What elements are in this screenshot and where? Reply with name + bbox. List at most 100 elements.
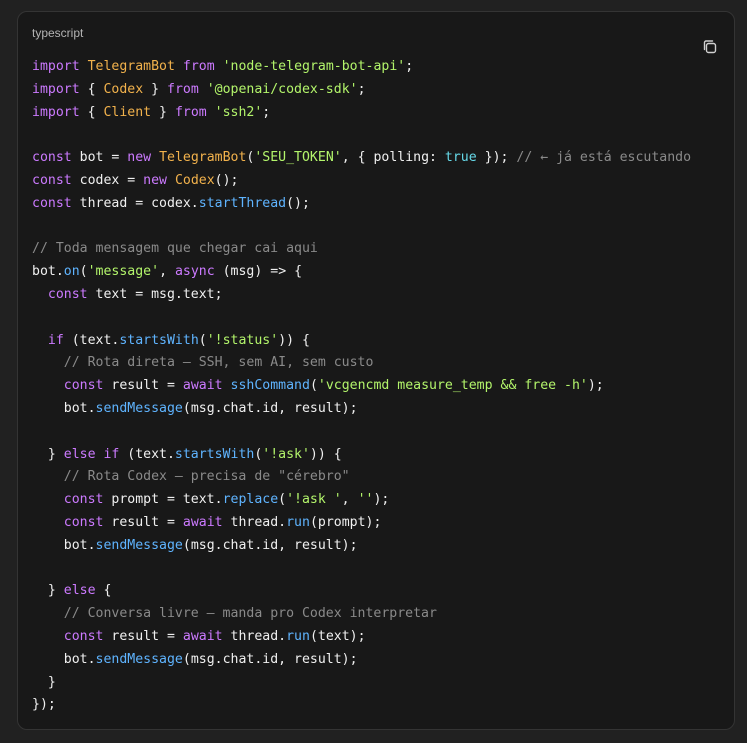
code-token: from bbox=[174, 104, 207, 120]
code-token: on bbox=[63, 264, 80, 280]
code-token: 'node-telegram-bot-api' bbox=[222, 59, 406, 74]
code-token: sshCommand bbox=[230, 378, 310, 394]
code-token: 'message' bbox=[87, 264, 160, 280]
code-token: ; bbox=[262, 104, 271, 120]
code-line: // Conversa livre — manda pro Codex inte… bbox=[32, 603, 691, 626]
code-token: } bbox=[32, 674, 56, 690]
code-token: 'ssh2' bbox=[214, 104, 263, 120]
code-token: thread. bbox=[222, 628, 287, 644]
code-token: const bbox=[63, 492, 104, 508]
code-token: , { polling: bbox=[341, 150, 445, 166]
code-line: const thread = codex.startThread(); bbox=[32, 193, 691, 216]
code-token: , bbox=[159, 264, 175, 280]
code-line: const codex = new Codex(); bbox=[32, 170, 691, 193]
code-line: const prompt = text.replace('!ask ', '')… bbox=[32, 489, 691, 512]
code-line: } else if (text.startsWith('!ask')) { bbox=[32, 444, 691, 467]
code-token: }); bbox=[32, 697, 56, 713]
code-token: const bbox=[47, 286, 88, 302]
code-token: sendMessage bbox=[95, 537, 183, 553]
code-token: ; bbox=[357, 81, 366, 97]
code-token: // Toda mensagem que chegar cai aqui bbox=[32, 241, 318, 257]
code-line: // Rota direta — SSH, sem AI, sem custo bbox=[32, 352, 691, 375]
code-token: (prompt); bbox=[309, 514, 382, 530]
code-line: import { Client } from 'ssh2'; bbox=[32, 102, 691, 125]
code-token: import bbox=[32, 104, 80, 120]
code-token: '!status' bbox=[206, 332, 279, 348]
code-line: const bot = new TelegramBot('SEU_TOKEN',… bbox=[32, 147, 691, 170]
code-token: { bbox=[79, 104, 104, 120]
code-token: await bbox=[182, 628, 223, 644]
code-line: bot.sendMessage(msg.chat.id, result); bbox=[32, 535, 691, 558]
code-token: } bbox=[151, 104, 175, 120]
code-token: ( bbox=[309, 378, 318, 394]
code-line: import TelegramBot from 'node-telegram-b… bbox=[32, 56, 691, 79]
code-token: 'vcgencmd measure_temp && free -h' bbox=[317, 378, 588, 394]
code-token: ); bbox=[373, 492, 390, 508]
code-token: bot. bbox=[32, 651, 96, 667]
code-token: (msg.chat.id, result); bbox=[182, 537, 358, 553]
code-language-label: typescript bbox=[32, 26, 84, 40]
code-token: new bbox=[143, 172, 167, 188]
code-token: '@openai/codex-sdk' bbox=[206, 81, 358, 97]
code-token: )) { bbox=[309, 446, 342, 462]
copy-code-button[interactable] bbox=[701, 38, 719, 56]
copy-icon bbox=[701, 38, 719, 56]
code-token: TelegramBot bbox=[87, 59, 175, 74]
code-token: thread = codex. bbox=[71, 195, 199, 211]
code-token: replace bbox=[222, 492, 279, 508]
code-token: ( bbox=[198, 332, 207, 348]
code-token: const bbox=[32, 150, 72, 166]
code-line: const result = await thread.run(text); bbox=[32, 626, 691, 649]
code-token: const bbox=[63, 514, 104, 530]
code-token: } bbox=[32, 583, 64, 599]
code-token: async bbox=[174, 264, 215, 280]
code-line: // Rota Codex — precisa de "cérebro" bbox=[32, 466, 691, 489]
code-token: sendMessage bbox=[95, 400, 183, 416]
code-token: codex = bbox=[71, 172, 144, 188]
code-line: bot.on('message', async (msg) => { bbox=[32, 261, 691, 284]
code-token: (); bbox=[214, 172, 239, 188]
code-token: 'SEU_TOKEN' bbox=[254, 150, 342, 166]
code-token: const bbox=[32, 195, 72, 211]
code-token: } bbox=[143, 81, 167, 97]
code-token: result = bbox=[103, 378, 183, 394]
code-token: ; bbox=[405, 59, 414, 74]
code-token: startThread bbox=[198, 195, 287, 211]
code-token: await bbox=[182, 514, 223, 530]
code-token: ( bbox=[79, 264, 88, 280]
code-token: const bbox=[63, 378, 104, 394]
code-token: { bbox=[95, 583, 112, 599]
code-block: typescript import TelegramBot from 'node… bbox=[17, 11, 735, 730]
code-token: if bbox=[47, 332, 64, 348]
code-token: '!ask' bbox=[262, 446, 310, 462]
code-token: from bbox=[167, 81, 199, 97]
code-content: import TelegramBot from 'node-telegram-b… bbox=[32, 56, 691, 717]
code-token: const bbox=[63, 628, 104, 644]
code-line: } else { bbox=[32, 580, 691, 603]
code-line: bot.sendMessage(msg.chat.id, result); bbox=[32, 398, 691, 421]
code-line: } bbox=[32, 672, 691, 695]
code-token: , bbox=[341, 492, 358, 508]
code-token: from bbox=[182, 59, 215, 74]
code-line: import { Codex } from '@openai/codex-sdk… bbox=[32, 79, 691, 102]
code-token: (msg.chat.id, result); bbox=[182, 651, 358, 667]
code-token: )) { bbox=[278, 332, 310, 348]
code-token: result = bbox=[103, 514, 183, 530]
code-token: bot = bbox=[71, 150, 128, 166]
code-token: sendMessage bbox=[95, 651, 183, 667]
code-token: // Rota direta — SSH, sem AI, sem custo bbox=[63, 355, 374, 371]
